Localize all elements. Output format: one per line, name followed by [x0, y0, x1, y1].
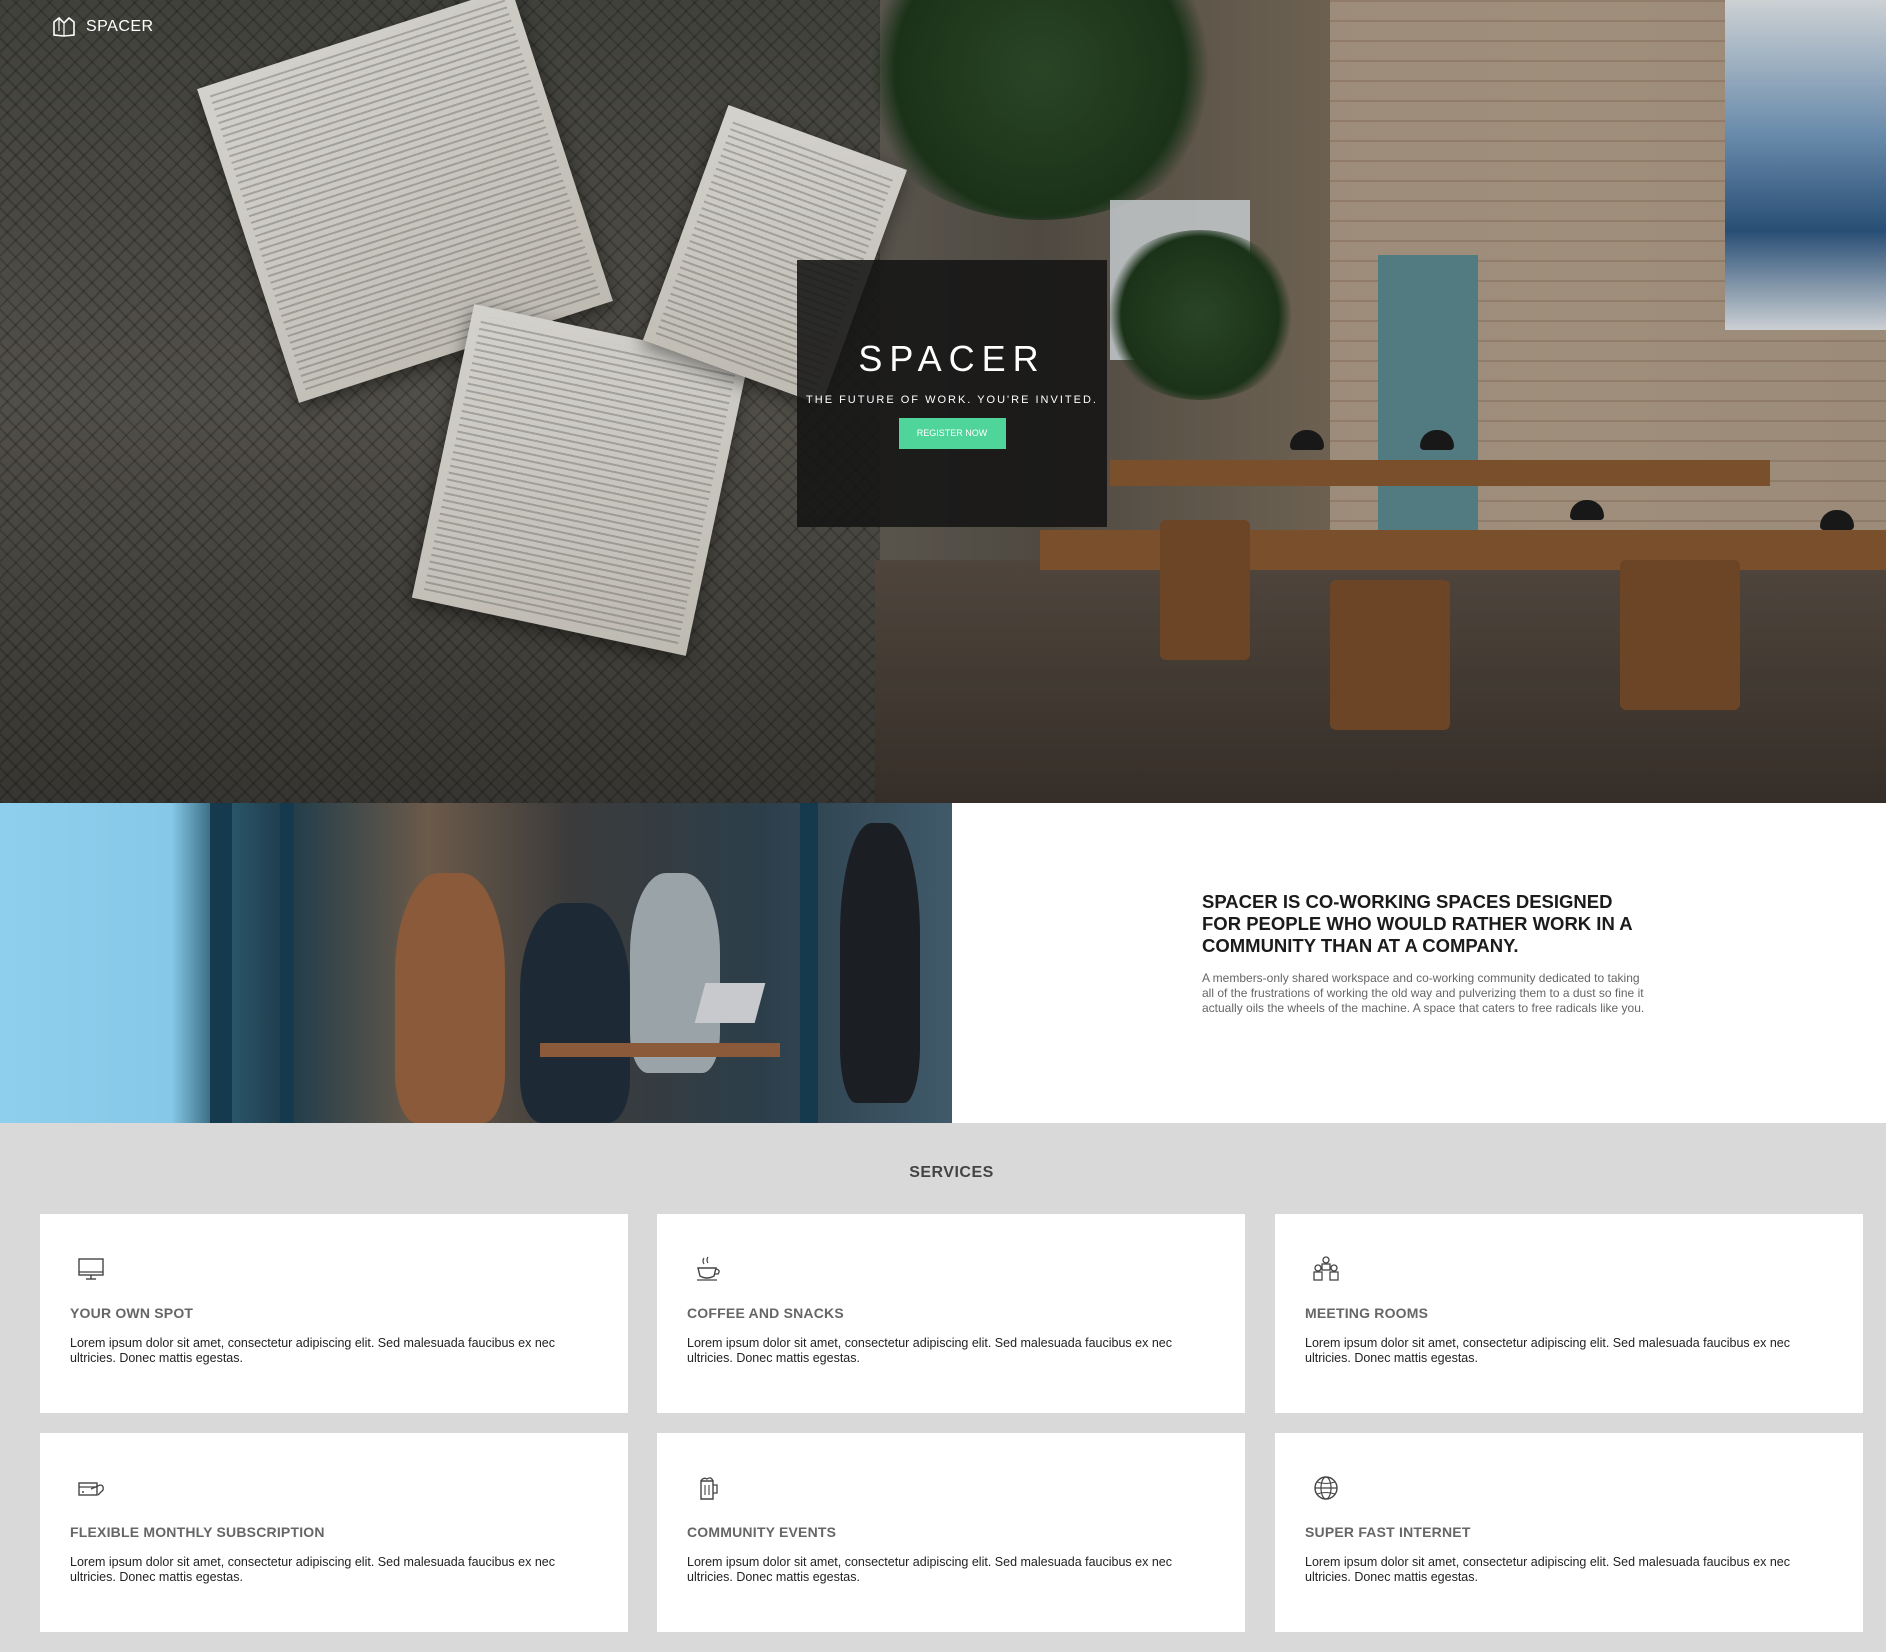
- register-now-button[interactable]: REGISTER NOW: [898, 418, 1006, 449]
- service-card-subscription: FLEXIBLE MONTHLY SUBSCRIPTION Lorem ipsu…: [40, 1433, 628, 1632]
- photo-person: [840, 823, 920, 1103]
- beer-mug-icon: [693, 1473, 723, 1503]
- hero-section: SPACER SPACER THE FUTURE OF WORK. YOU'RE…: [0, 0, 1886, 803]
- service-card-meeting-rooms: MEETING ROOMS Lorem ipsum dolor sit amet…: [1275, 1214, 1863, 1413]
- about-section: SPACER IS CO-WORKING SPACES DESIGNED FOR…: [0, 803, 1886, 1123]
- service-title: FLEXIBLE MONTHLY SUBSCRIPTION: [70, 1524, 325, 1540]
- hero-subtitle: THE FUTURE OF WORK. YOU'RE INVITED.: [806, 394, 1098, 406]
- about-heading: SPACER IS CO-WORKING SPACES DESIGNED FOR…: [1202, 891, 1632, 956]
- service-title: COMMUNITY EVENTS: [687, 1524, 837, 1540]
- about-text: SPACER IS CO-WORKING SPACES DESIGNED FOR…: [1202, 891, 1652, 1016]
- coffee-icon: [693, 1254, 723, 1284]
- brand-logo-link[interactable]: SPACER: [52, 16, 154, 38]
- service-description: Lorem ipsum dolor sit amet, consectetur …: [687, 1336, 1172, 1365]
- service-description: Lorem ipsum dolor sit amet, consectetur …: [70, 1336, 555, 1365]
- logo-mark-icon: [53, 16, 75, 37]
- window-frame: [210, 803, 232, 1123]
- brand-name: SPACER: [86, 18, 154, 35]
- service-title: YOUR OWN SPOT: [70, 1305, 194, 1321]
- hero-card: SPACER THE FUTURE OF WORK. YOU'RE INVITE…: [797, 260, 1107, 527]
- service-title: COFFEE AND SNACKS: [687, 1305, 844, 1321]
- window-frame: [800, 803, 818, 1123]
- service-title: MEETING ROOMS: [1305, 1305, 1429, 1321]
- photo-person: [395, 873, 505, 1123]
- about-description: A members-only shared workspace and co-w…: [1202, 971, 1645, 1015]
- people-icon: [1311, 1254, 1341, 1284]
- photo-table: [540, 1043, 780, 1057]
- service-card-events: COMMUNITY EVENTS Lorem ipsum dolor sit a…: [657, 1433, 1245, 1632]
- service-description: Lorem ipsum dolor sit amet, consectetur …: [1305, 1336, 1790, 1365]
- service-description: Lorem ipsum dolor sit amet, consectetur …: [687, 1555, 1172, 1584]
- monitor-icon: [76, 1254, 106, 1284]
- service-description: Lorem ipsum dolor sit amet, consectetur …: [1305, 1555, 1790, 1584]
- service-card-coffee: COFFEE AND SNACKS Lorem ipsum dolor sit …: [657, 1214, 1245, 1413]
- service-card-own-spot: YOUR OWN SPOT Lorem ipsum dolor sit amet…: [40, 1214, 628, 1413]
- about-photo: [0, 803, 952, 1123]
- services-title: SERVICES: [909, 1164, 994, 1181]
- service-title: SUPER FAST INTERNET: [1305, 1524, 1471, 1540]
- hero-title: SPACER: [858, 338, 1046, 379]
- window-frame: [280, 803, 294, 1123]
- service-card-internet: SUPER FAST INTERNET Lorem ipsum dolor si…: [1275, 1433, 1863, 1632]
- photo-person: [520, 903, 630, 1123]
- service-description: Lorem ipsum dolor sit amet, consectetur …: [70, 1555, 555, 1584]
- globe-icon: [1311, 1473, 1341, 1503]
- photo-laptop: [694, 983, 766, 1023]
- card-payment-icon: [76, 1473, 106, 1503]
